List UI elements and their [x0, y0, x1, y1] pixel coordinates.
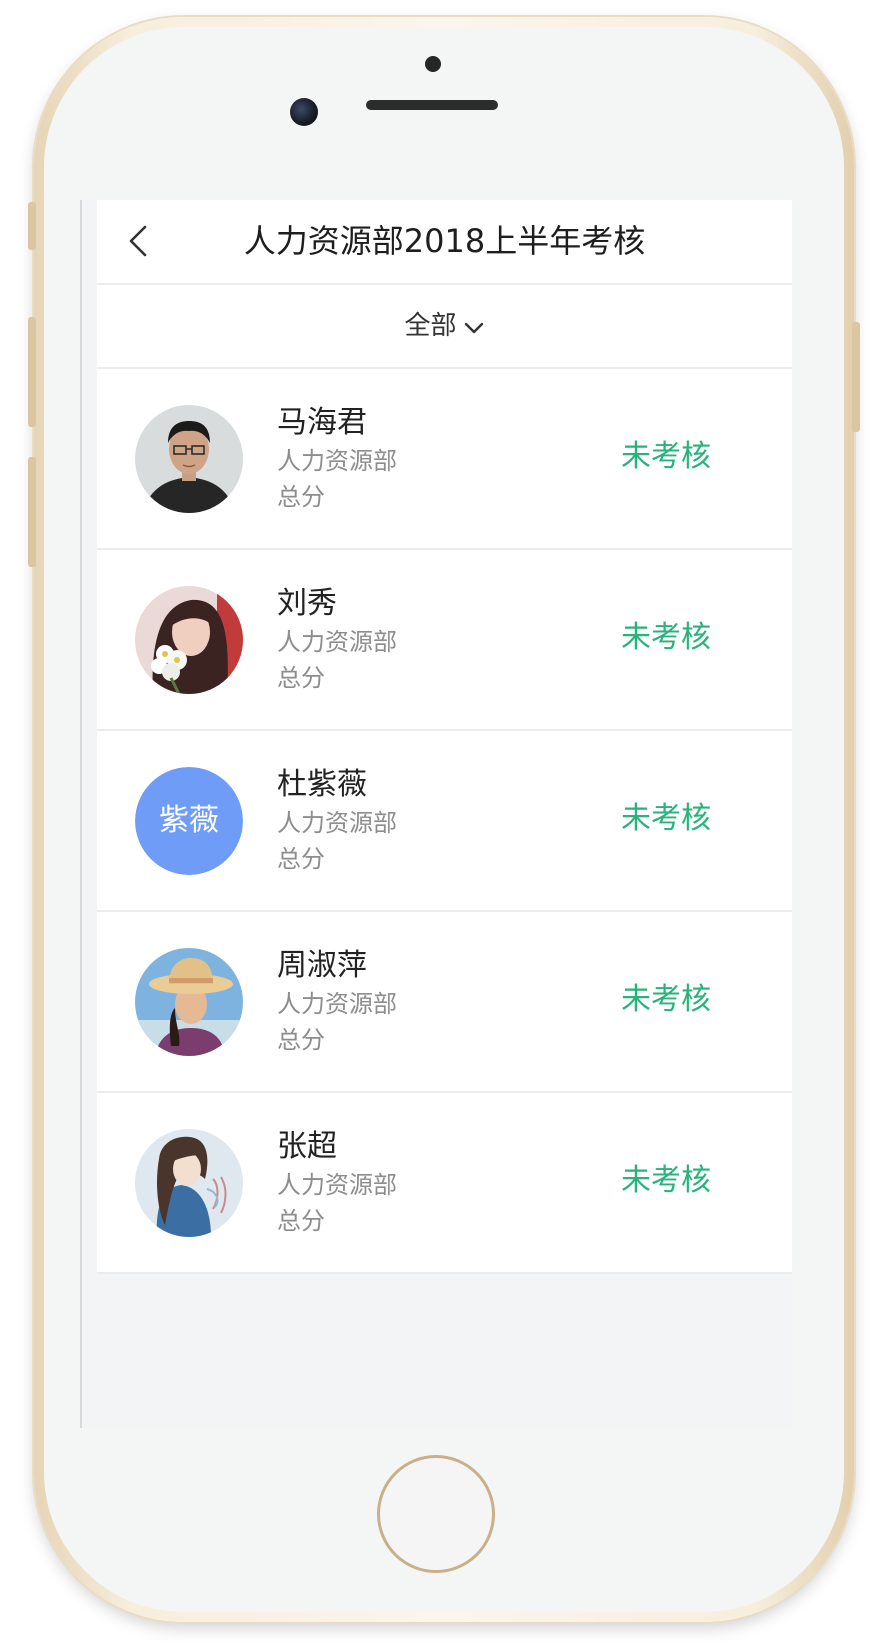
avatar — [135, 586, 243, 694]
employee-department: 人力资源部 — [277, 628, 397, 656]
avatar — [135, 948, 243, 1056]
total-score-label: 总分 — [277, 1026, 325, 1054]
list-item[interactable]: 紫薇 杜紫薇 人力资源部 总分 未考核 — [97, 731, 792, 912]
total-score-label: 总分 — [277, 483, 325, 511]
status-badge: 未考核 — [621, 439, 711, 474]
total-score-label: 总分 — [277, 664, 325, 692]
avatar — [135, 1129, 243, 1237]
home-button[interactable] — [377, 1455, 495, 1573]
employee-name: 马海君 — [277, 405, 367, 440]
list-item[interactable]: 刘秀 人力资源部 总分 未考核 — [97, 550, 792, 731]
filter-dropdown[interactable]: 全部 — [97, 285, 792, 369]
power-button — [852, 322, 860, 432]
employee-department: 人力资源部 — [277, 447, 397, 475]
status-badge: 未考核 — [621, 620, 711, 655]
status-badge: 未考核 — [621, 1163, 711, 1198]
app-screen: 人力资源部2018上半年考核 全部 马海君 人力资源部 总分 未考核 刘秀 人力… — [80, 200, 792, 1428]
avatar-initials: 紫薇 — [135, 767, 243, 875]
employee-department: 人力资源部 — [277, 1171, 397, 1199]
list-item[interactable]: 周淑萍 人力资源部 总分 未考核 — [97, 912, 792, 1093]
filter-label: 全部 — [404, 311, 457, 341]
status-badge: 未考核 — [621, 801, 711, 836]
avatar — [135, 405, 243, 513]
avatar: 紫薇 — [135, 767, 243, 875]
employee-name: 刘秀 — [277, 586, 337, 621]
employee-list: 马海君 人力资源部 总分 未考核 刘秀 人力资源部 总分 未考核 紫薇 杜紫薇 … — [97, 369, 792, 1274]
employee-department: 人力资源部 — [277, 990, 397, 1018]
volume-down-button — [28, 457, 36, 567]
employee-name: 杜紫薇 — [277, 767, 367, 802]
proximity-sensor — [425, 56, 441, 72]
total-score-label: 总分 — [277, 845, 325, 873]
back-chevron-icon[interactable] — [123, 224, 157, 258]
page-title: 人力资源部2018上半年考核 — [243, 222, 646, 260]
list-item[interactable]: 马海君 人力资源部 总分 未考核 — [97, 369, 792, 550]
mute-switch — [28, 202, 36, 250]
front-camera — [290, 98, 318, 126]
total-score-label: 总分 — [277, 1207, 325, 1235]
employee-department: 人力资源部 — [277, 809, 397, 837]
employee-name: 周淑萍 — [277, 948, 367, 983]
list-item[interactable]: 张超 人力资源部 总分 未考核 — [97, 1093, 792, 1274]
volume-up-button — [28, 317, 36, 427]
status-badge: 未考核 — [621, 982, 711, 1017]
chevron-down-icon — [463, 314, 485, 336]
earpiece-speaker — [366, 100, 498, 110]
navigation-bar: 人力资源部2018上半年考核 — [97, 200, 792, 285]
employee-name: 张超 — [277, 1129, 337, 1164]
